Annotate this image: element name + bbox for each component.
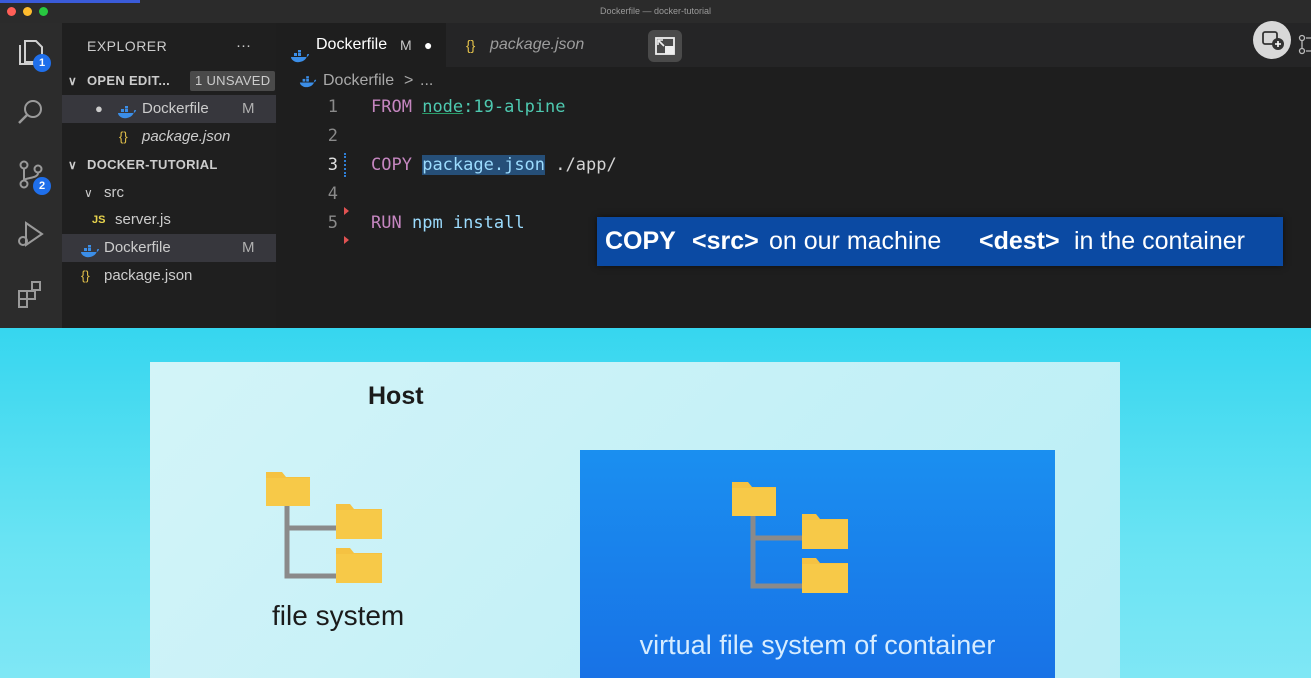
run-debug-activity[interactable] xyxy=(14,217,48,251)
extensions-icon xyxy=(18,281,41,308)
explorer-activity[interactable]: 1 xyxy=(14,35,51,72)
project-label: DOCKER-TUTORIAL xyxy=(87,157,218,172)
line-number: 3 xyxy=(327,155,338,175)
code-editor[interactable]: Dockerfile > ... 1 FROM node:19-alpine 2… xyxy=(276,67,1311,328)
line-number: 2 xyxy=(327,126,338,146)
title-bar: Dockerfile — docker-tutorial xyxy=(0,0,1311,23)
explorer-sidebar: EXPLORER ··· ∨ OPEN EDIT... 1 UNSAVED ● … xyxy=(62,23,276,328)
json-icon: {} xyxy=(81,268,90,283)
compare-icon xyxy=(1298,34,1311,55)
picture-in-picture-icon xyxy=(655,37,675,55)
keyword: COPY xyxy=(371,155,412,175)
image-name: node xyxy=(422,97,464,117)
caption-src-desc: on our machine xyxy=(769,227,942,255)
tab-status: M xyxy=(400,37,412,53)
compare-changes-button[interactable] xyxy=(1298,33,1311,57)
host-file-system-label: file system xyxy=(272,600,405,631)
breadcrumb-more[interactable]: ... xyxy=(420,70,433,92)
chevron-down-icon: ∨ xyxy=(84,186,93,200)
unsaved-badge: 1 UNSAVED xyxy=(190,71,276,91)
progress-strip xyxy=(0,0,140,3)
file-name: package.json xyxy=(104,267,193,284)
deleted-line-marker xyxy=(344,207,349,215)
image-tag: :19-alpine xyxy=(463,97,566,117)
code-line-3[interactable]: COPY package.json ./app/ xyxy=(371,155,617,175)
caption-copy: COPY xyxy=(605,227,676,255)
js-icon: JS xyxy=(92,214,106,226)
modified-status: M xyxy=(242,100,255,117)
keyword: FROM xyxy=(371,97,412,117)
file-item-package-json[interactable]: {} package.json xyxy=(62,262,276,290)
file-item-dockerfile[interactable]: Dockerfile M xyxy=(62,234,276,262)
unsaved-dot: ● xyxy=(95,101,103,116)
container-box: virtual file system of container xyxy=(580,450,1055,678)
pip-button[interactable] xyxy=(648,30,682,62)
add-media-button[interactable] xyxy=(1253,21,1291,59)
scm-badge: 2 xyxy=(33,177,51,195)
line-number: 5 xyxy=(327,213,338,233)
line-number: 1 xyxy=(327,97,338,117)
file-name: server.js xyxy=(115,211,171,228)
add-to-queue-icon xyxy=(1262,31,1284,50)
docker-icon xyxy=(299,74,317,96)
tab-dockerfile[interactable]: Dockerfile M ● xyxy=(276,23,446,67)
file-name: Dockerfile xyxy=(104,239,171,256)
search-activity[interactable] xyxy=(14,95,48,129)
folder-name: src xyxy=(104,184,124,201)
line-number: 4 xyxy=(327,184,338,204)
open-editors-label: OPEN EDIT... xyxy=(87,73,171,88)
run-debug-icon xyxy=(18,221,44,247)
file-name: Dockerfile xyxy=(142,100,209,117)
search-icon xyxy=(18,100,42,124)
deleted-line-marker xyxy=(344,236,349,244)
window-title: Dockerfile — docker-tutorial xyxy=(599,6,712,16)
more-actions-button[interactable]: ··· xyxy=(236,32,251,60)
folder-tree-icon xyxy=(266,472,382,583)
command: npm install xyxy=(411,213,525,233)
editor-tab-bar: Dockerfile M ● {} package.json xyxy=(276,21,1311,67)
tab-package-json[interactable]: {} package.json xyxy=(446,23,628,67)
container-file-system-label: virtual file system of container xyxy=(639,630,996,660)
explorer-header: EXPLORER ··· xyxy=(62,32,276,60)
code-line-1[interactable]: FROM node:19-alpine xyxy=(371,97,566,117)
folder-tree-icon xyxy=(732,482,848,593)
file-item-server-js[interactable]: JS server.js xyxy=(62,206,276,234)
breadcrumb-file[interactable]: Dockerfile xyxy=(323,70,394,92)
selected-text: package.json xyxy=(422,155,546,175)
source-control-activity[interactable]: 2 xyxy=(14,157,51,195)
chevron-down-icon: ∨ xyxy=(68,158,78,172)
chevron-down-icon: ∨ xyxy=(68,74,78,88)
explorer-title: EXPLORER xyxy=(87,38,168,54)
modified-status: M xyxy=(242,239,255,256)
changed-line-gutter-mark xyxy=(344,153,349,177)
code-line-5[interactable]: RUN npm install xyxy=(371,213,525,233)
open-editor-item-package-json[interactable]: {} package.json xyxy=(62,123,276,151)
activity-bar: 1 2 xyxy=(0,23,62,328)
unsaved-dot: ● xyxy=(424,37,433,53)
folder-src[interactable]: ∨ src xyxy=(62,179,276,207)
caption-overlay: COPY <src> on our machine <dest> in the … xyxy=(597,217,1283,266)
json-icon: {} xyxy=(466,37,476,53)
caption-dest: <dest> xyxy=(979,227,1060,255)
caption-dest-desc: in the container xyxy=(1074,227,1245,255)
tab-label: package.json xyxy=(490,36,585,53)
extensions-activity[interactable] xyxy=(14,277,48,311)
json-icon: {} xyxy=(119,129,128,144)
project-section[interactable]: ∨ DOCKER-TUTORIAL xyxy=(62,151,276,179)
open-editor-item-dockerfile[interactable]: ● Dockerfile M xyxy=(62,95,276,123)
explorer-badge: 1 xyxy=(33,54,51,72)
open-editors-section[interactable]: ∨ OPEN EDIT... 1 UNSAVED xyxy=(62,67,276,95)
caption-src: <src> xyxy=(692,227,759,255)
keyword: RUN xyxy=(371,213,402,233)
breadcrumb-separator: > xyxy=(404,72,414,89)
copy-destination: ./app/ xyxy=(555,155,617,175)
tab-label: Dockerfile xyxy=(316,36,388,53)
host-label: Host xyxy=(368,382,424,410)
file-name: package.json xyxy=(142,128,231,145)
